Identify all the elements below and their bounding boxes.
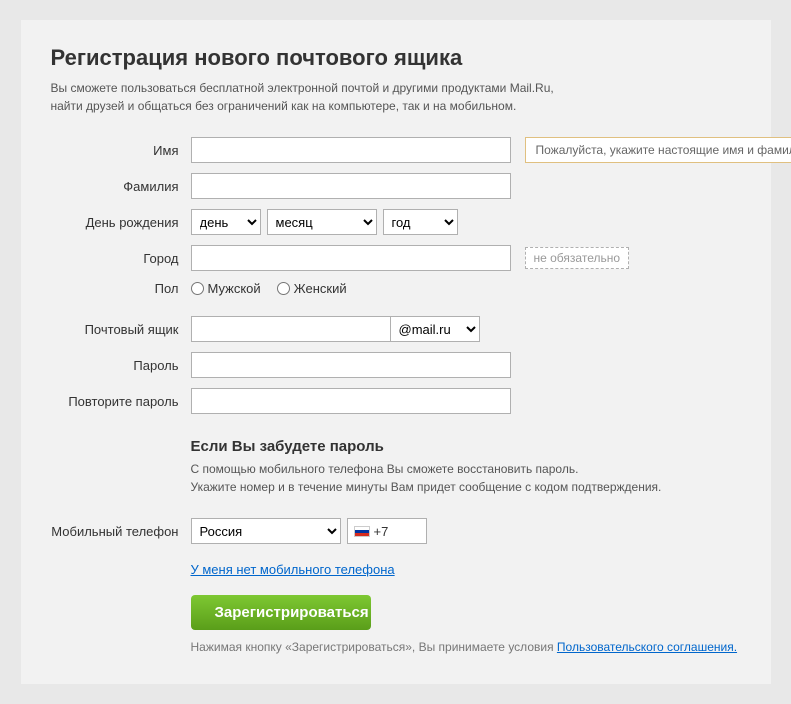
password-controls (191, 352, 741, 378)
name-input[interactable] (191, 137, 511, 163)
email-label: Почтовый ящик (51, 322, 191, 337)
name-controls: Пожалуйста, укажите настоящие имя и фами… (191, 137, 791, 163)
optional-tag: не обязательно (525, 247, 630, 269)
country-select[interactable]: Россия (191, 518, 341, 544)
phone-controls: Россия +7 (191, 518, 741, 544)
male-option[interactable]: Мужской (191, 281, 261, 296)
male-radio[interactable] (191, 282, 204, 295)
register-button[interactable]: Зарегистрироваться (191, 595, 371, 630)
confirm-controls (191, 388, 741, 414)
gender-row: Пол Мужской Женский (51, 281, 741, 296)
password-input[interactable] (191, 352, 511, 378)
phone-label: Мобильный телефон (51, 524, 191, 539)
female-label: Женский (294, 281, 347, 296)
terms-prefix: Нажимая кнопку «Зарегистрироваться», Вы … (191, 640, 554, 654)
no-phone-link[interactable]: У меня нет мобильного телефона (191, 562, 741, 577)
birthday-row: День рождения день месяц год (51, 209, 741, 235)
lastname-row: Фамилия (51, 173, 741, 199)
lastname-label: Фамилия (51, 179, 191, 194)
email-controls: @mail.ru @inbox.ru @list.ru @bk.ru (191, 316, 741, 342)
phone-code: +7 (374, 524, 389, 539)
gender-controls: Мужской Женский (191, 281, 741, 296)
phone-code-box: +7 (347, 518, 427, 544)
female-option[interactable]: Женский (277, 281, 347, 296)
city-row: Город не обязательно (51, 245, 741, 271)
birthday-controls: день месяц год (191, 209, 741, 235)
lastname-controls (191, 173, 741, 199)
name-tooltip: Пожалуйста, укажите настоящие имя и фами… (525, 137, 791, 163)
year-select[interactable]: год (383, 209, 458, 235)
lastname-input[interactable] (191, 173, 511, 199)
password-row: Пароль (51, 352, 741, 378)
day-select[interactable]: день (191, 209, 261, 235)
confirm-label: Повторите пароль (51, 394, 191, 409)
terms-text: Нажимая кнопку «Зарегистрироваться», Вы … (191, 640, 741, 654)
email-row: Почтовый ящик @mail.ru @inbox.ru @list.r… (51, 316, 741, 342)
page-subtitle: Вы сможете пользоваться бесплатной элект… (51, 79, 741, 115)
phone-row-inner: Россия +7 (191, 518, 427, 544)
name-label: Имя (51, 143, 191, 158)
registration-form: Имя Пожалуйста, укажите настоящие имя и … (51, 137, 741, 654)
password-label: Пароль (51, 358, 191, 373)
city-label: Город (51, 251, 191, 266)
main-container: Регистрация нового почтового ящика Вы см… (21, 20, 771, 684)
female-radio[interactable] (277, 282, 290, 295)
birthday-label: День рождения (51, 215, 191, 230)
confirm-row: Повторите пароль (51, 388, 741, 414)
name-row: Имя Пожалуйста, укажите настоящие имя и … (51, 137, 741, 163)
city-controls: не обязательно (191, 245, 741, 271)
email-domain-group: @mail.ru @inbox.ru @list.ru @bk.ru (191, 316, 480, 342)
confirm-input[interactable] (191, 388, 511, 414)
male-label: Мужской (208, 281, 261, 296)
recovery-title: Если Вы забудете пароль (191, 438, 741, 455)
email-input[interactable] (191, 316, 391, 342)
terms-link[interactable]: Пользовательского соглашения. (557, 640, 737, 654)
recovery-desc: С помощью мобильного телефона Вы сможете… (191, 460, 741, 496)
domain-select[interactable]: @mail.ru @inbox.ru @list.ru @bk.ru (391, 316, 480, 342)
month-select[interactable]: месяц (267, 209, 377, 235)
spacer1 (51, 306, 741, 316)
russia-flag-icon (354, 526, 370, 537)
gender-label: Пол (51, 281, 191, 296)
city-input[interactable] (191, 245, 511, 271)
phone-row: Мобильный телефон Россия +7 (51, 518, 741, 544)
recovery-section: Если Вы забудете пароль С помощью мобиль… (51, 438, 741, 508)
page-title: Регистрация нового почтового ящика (51, 45, 741, 71)
radio-group: Мужской Женский (191, 281, 347, 296)
